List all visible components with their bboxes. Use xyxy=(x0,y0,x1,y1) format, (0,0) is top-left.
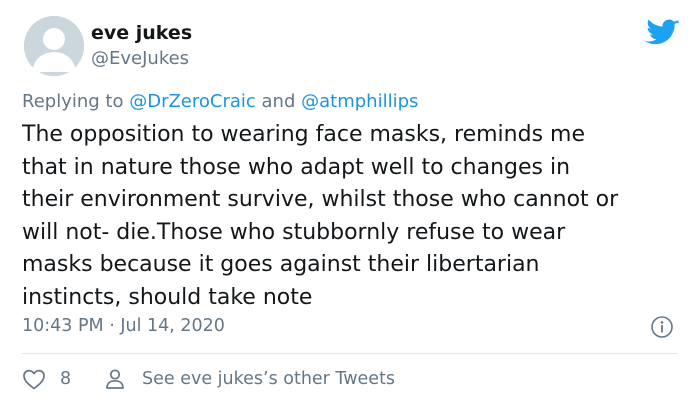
person-icon xyxy=(106,369,124,389)
info-icon[interactable] xyxy=(650,315,674,339)
like-button[interactable]: 8 xyxy=(22,366,71,392)
author-display-name[interactable]: eve jukes xyxy=(91,22,192,44)
see-other-tweets-label: See eve jukes’s other Tweets xyxy=(142,369,396,389)
heart-icon xyxy=(23,369,45,390)
like-count: 8 xyxy=(60,369,72,389)
reply-prefix: Replying to xyxy=(22,91,130,112)
twitter-bird-icon[interactable] xyxy=(644,18,680,46)
avatar[interactable] xyxy=(24,16,84,76)
reply-context: Replying to @DrZeroCraic and @atmphillip… xyxy=(22,91,418,112)
mention-link-1[interactable]: @DrZeroCraic xyxy=(129,91,256,112)
tweet-timestamp[interactable]: 10:43 PM · Jul 14, 2020 xyxy=(22,316,225,336)
author-handle[interactable]: @EveJukes xyxy=(91,48,189,69)
tweet-card: eve jukes @EveJukes Replying to @DrZeroC… xyxy=(0,0,700,406)
reply-joiner: and xyxy=(255,91,302,112)
mention-link-2[interactable]: @atmphillips xyxy=(301,91,418,112)
divider xyxy=(22,353,678,354)
tweet-text: The opposition to wearing face masks, re… xyxy=(22,122,619,310)
see-other-tweets-link[interactable]: See eve jukes’s other Tweets xyxy=(104,366,395,392)
default-avatar-icon xyxy=(24,16,84,76)
